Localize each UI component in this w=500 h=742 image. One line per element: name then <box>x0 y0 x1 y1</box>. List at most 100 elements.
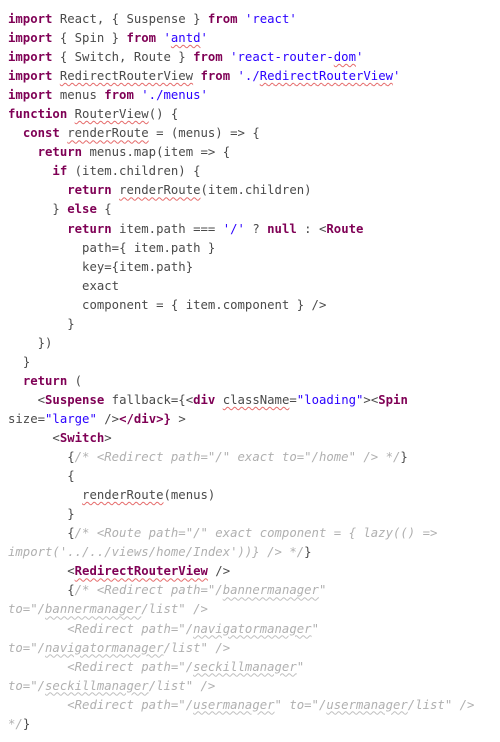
code-line: import React, { Suspense } from 'react' <box>8 12 297 26</box>
code-line: return renderRoute(item.children) <box>8 183 312 197</box>
code-token: navigatormanager <box>193 622 311 636</box>
code-token: renderRoute <box>67 126 148 140</box>
code-token: } <box>23 355 30 369</box>
code-token: /> <box>208 564 230 578</box>
code-line: <Redirect path="/navigatormanager" to="/… <box>8 622 326 655</box>
code-token: div <box>134 412 156 426</box>
code-token: < <box>52 431 59 445</box>
code-token: else <box>67 202 104 216</box>
code-line: { <box>8 469 75 483</box>
code-token: import <box>8 12 60 26</box>
code-line: component = { item.component } /> <box>8 298 326 312</box>
code-token: import <box>8 69 60 83</box>
code-token: from <box>193 50 230 64</box>
code-token: >} <box>156 412 178 426</box>
code-token: > <box>104 431 111 445</box>
code-line: import { Spin } from 'antd' <box>8 31 208 45</box>
code-token: { <box>67 583 74 597</box>
code-token: { Switch, Route } <box>60 50 193 64</box>
code-token: menus.map(item => { <box>89 145 230 159</box>
code-line: import menus from './menus' <box>8 88 208 102</box>
code-token: > <box>178 412 185 426</box>
code-token: return <box>67 222 119 236</box>
code-token: antd <box>171 31 201 45</box>
code-token: Suspense <box>45 393 104 407</box>
code-token: >< <box>363 393 378 407</box>
code-token: dom <box>334 50 356 64</box>
code-token: 'react' <box>245 12 297 26</box>
code-token: (menus) <box>163 488 215 502</box>
code-token: } <box>304 545 311 559</box>
code-token: }) <box>38 336 53 350</box>
code-line: return menus.map(item => { <box>8 145 230 159</box>
code-token: { <box>67 526 74 540</box>
code-token: ' <box>393 69 400 83</box>
code-token: Switch <box>60 431 104 445</box>
code-token: ' <box>164 31 171 45</box>
code-token: ? <box>245 222 267 236</box>
code-line: key={item.path} <box>8 260 193 274</box>
code-token: Spin <box>378 393 408 407</box>
code-token: ' <box>356 50 363 64</box>
code-token: RedirectRouterView <box>75 564 208 578</box>
code-token: return <box>38 145 90 159</box>
code-line: return ( <box>8 374 82 388</box>
code-line: } <box>8 317 75 331</box>
code-token: RouterView <box>75 107 149 121</box>
code-line: {/* <Route path="/" exact component = { … <box>8 526 445 559</box>
code-line: <Suspense fallback={<div className="load… <box>8 393 415 426</box>
code-line: import { Switch, Route } from 'react-rou… <box>8 50 363 64</box>
code-token: './ <box>238 69 260 83</box>
code-token: from <box>208 12 245 26</box>
code-token: function <box>8 107 75 121</box>
code-token: import <box>8 31 60 45</box>
code-line: exact <box>8 279 119 293</box>
code-line: import RedirectRouterView from './Redire… <box>8 69 400 83</box>
code-token: : < <box>297 222 327 236</box>
code-line: const renderRoute = (menus) => { <box>8 126 260 140</box>
code-token: (item.children) <box>201 183 312 197</box>
code-token: return <box>23 374 75 388</box>
code-line: renderRoute(menus) <box>8 488 215 502</box>
code-token: exact <box>82 279 119 293</box>
code-token: { <box>104 202 111 216</box>
code-token: /* <Redirect path="/" exact to="/home" /… <box>75 450 401 464</box>
code-token: fallback={< <box>104 393 193 407</box>
code-token: from <box>126 31 163 45</box>
code-editor-content: import React, { Suspense } from 'react' … <box>0 0 500 742</box>
code-token: path={ item.path } <box>82 241 215 255</box>
code-token: component = { item.component } /> <box>82 298 326 312</box>
code-token: } <box>23 717 30 731</box>
code-token: /list" /> <box>164 641 231 655</box>
code-line: } <box>8 507 75 521</box>
code-token: } <box>52 202 67 216</box>
code-line: <Switch> <box>8 431 112 445</box>
code-token: import <box>8 50 60 64</box>
code-token: /list" /> <box>149 679 216 693</box>
code-line: } <box>8 355 30 369</box>
code-line: }) <box>8 336 52 350</box>
code-token: "large" <box>45 412 97 426</box>
code-token: () { <box>149 107 179 121</box>
code-line: <Redirect path="/usermanager" to="/userm… <box>8 698 482 731</box>
code-token: <Redirect path="/ <box>67 660 193 674</box>
code-line: path={ item.path } <box>8 241 215 255</box>
code-line: <RedirectRouterView /> <box>8 564 230 578</box>
code-token: /> <box>97 412 119 426</box>
code-token: { <box>67 450 74 464</box>
code-token: className <box>223 393 290 407</box>
code-token: './menus' <box>141 88 208 102</box>
code-token: import <box>8 88 60 102</box>
code-token: '/' <box>223 222 245 236</box>
code-token: seckillmanager <box>193 660 297 674</box>
code-line: return item.path === '/' ? null : <Route <box>8 222 363 236</box>
code-token: key={item.path} <box>82 260 193 274</box>
code-token: item.path === <box>119 222 223 236</box>
code-line: <Redirect path="/seckillmanager" to="/se… <box>8 660 312 693</box>
code-token: { Spin } <box>60 31 127 45</box>
code-token: 'react-router- <box>230 50 334 64</box>
code-token <box>215 393 222 407</box>
code-token: React, { Suspense } <box>60 12 208 26</box>
code-line: {/* <Redirect path="/" exact to="/home" … <box>8 450 408 464</box>
code-token: renderRoute <box>82 488 163 502</box>
